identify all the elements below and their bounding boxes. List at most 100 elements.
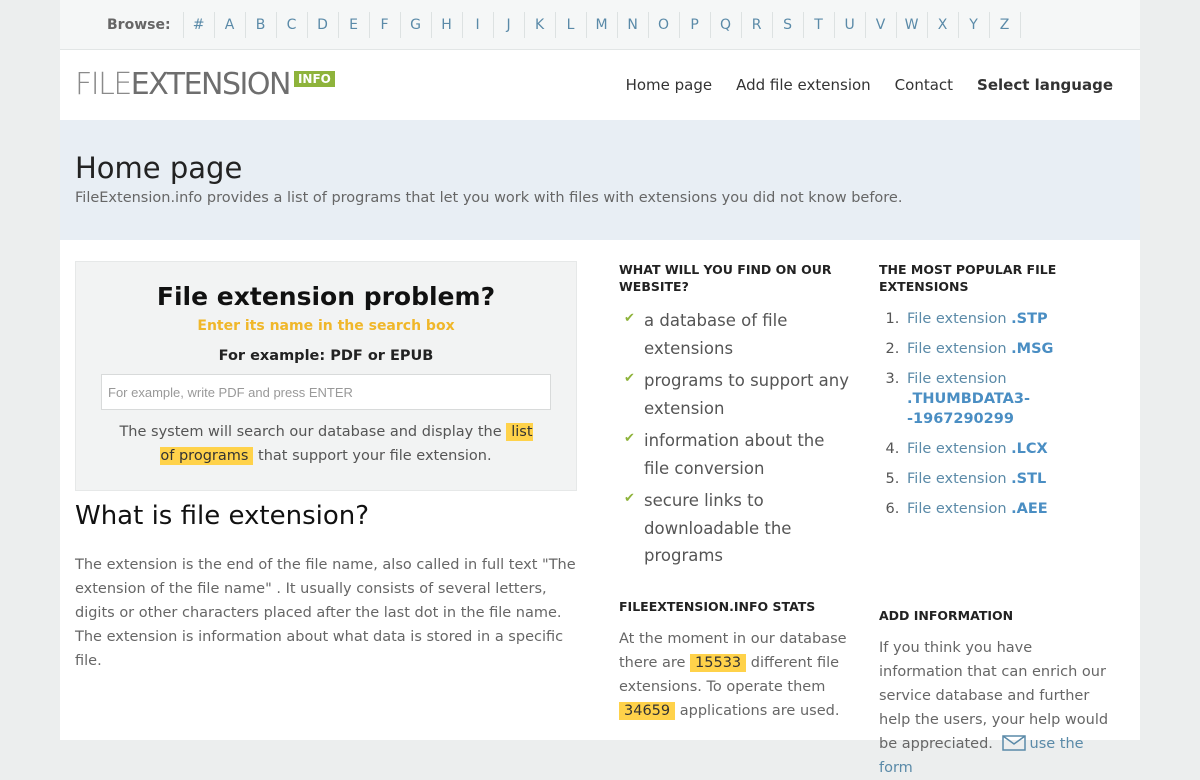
site-logo[interactable]: FILE EXTENSION INFO [75,70,335,100]
popular-extension-link[interactable]: File extension .LCX [907,441,1048,457]
browse-letter-link[interactable]: A [213,11,245,38]
popular-link-prefix: File extension [907,471,1012,487]
application-count-badge: 34659 [619,701,676,720]
select-language-button[interactable]: Select language [977,76,1113,94]
popular-list: File extension .STP File extension .MSG … [879,309,1119,519]
stats-text: At the moment in our database there are … [619,627,849,723]
browse-letter-link[interactable]: F [368,11,400,38]
stats-section-title: FILEEXTENSION.INFO STATS [619,598,816,614]
popular-link-prefix: File extension [907,341,1012,357]
left-column: File extension problem? Enter its name i… [75,261,577,673]
browse-letter-link[interactable]: K [523,11,555,38]
list-item: File extension .STP [904,309,1119,329]
browse-letter-link[interactable]: Q [709,11,741,38]
browse-letter-link[interactable]: I [461,11,493,38]
check-icon: ✔ [624,311,635,326]
browse-letter-link[interactable]: W [895,11,927,38]
mail-icon [1001,735,1026,751]
logo-part-extension: EXTENSION [130,67,292,102]
browse-letter-link[interactable]: T [802,11,834,38]
browse-letter-link[interactable]: G [399,11,431,38]
what-is-text: The extension is the end of the file nam… [75,557,576,669]
search-title: File extension problem? [156,282,496,311]
nav-add-extension-link[interactable]: Add file extension [736,76,871,94]
browse-letter-link[interactable]: O [647,11,679,38]
browse-bar: Browse: # A B C D E F G H I J K L M N O P Q R S T U V W X Y Z [60,0,1140,50]
hero: Home page FileExtension.info provides a … [60,120,1140,240]
popular-extension-link[interactable]: File extension .AEE [907,501,1048,517]
browse-letter-link[interactable]: U [833,11,865,38]
browse-letter-link[interactable]: C [275,11,307,38]
browse-letter-link[interactable]: Z [988,11,1021,38]
search-description: The system will search our database and … [116,420,536,468]
popular-link-prefix: File extension [907,501,1012,517]
list-item: File extension .LCX [904,439,1119,459]
find-item-text: secure links to downloadable the program… [644,491,792,565]
main-nav: Home page Add file extension Contact Sel… [602,50,1113,120]
find-list: ✔ a database of file extensions ✔ programs… [619,307,849,570]
list-item: ✔ a database of file extensions [619,307,849,362]
list-item: ✔ information about the file conversion [619,427,849,482]
popular-extension-link[interactable]: File extension .THUMBDATA3--1967290299 [907,371,1030,427]
list-item: File extension .STL [904,469,1119,489]
popular-extension-name: .THUMBDATA3--1967290299 [907,391,1031,427]
right-column: THE MOST POPULAR FILE EXTENSIONS File ex… [879,261,1119,780]
popular-extension-link[interactable]: File extension .STP [907,311,1048,327]
add-info-text-block: If you think you have information that c… [879,636,1119,780]
logo-part-file: FILE [75,67,132,102]
popular-link-prefix: File extension [907,311,1012,327]
header: FILE EXTENSION INFO Home page Add file e… [60,50,1140,120]
browse-letter-link[interactable]: E [337,11,369,38]
browse-letter-link[interactable]: R [740,11,772,38]
find-item-text: a database of file extensions [644,311,788,358]
browse-letter-link[interactable]: L [554,11,586,38]
add-info-section-title: ADD INFORMATION [879,608,1014,623]
extension-count-badge: 15533 [690,653,747,672]
find-item-text: programs to support any extension [644,371,850,418]
find-section-title: WHAT WILL YOU FIND ON OUR WEBSITE? [619,262,832,294]
browse-letter-link[interactable]: V [864,11,896,38]
browse-letter-link[interactable]: Y [957,11,989,38]
list-item: ✔ programs to support any extension [619,367,849,422]
browse-letter-link[interactable]: D [306,11,338,38]
browse-letter-link[interactable]: P [678,11,710,38]
search-subtitle: Enter its name in the search box [197,318,455,334]
check-icon: ✔ [624,371,635,386]
browse-label: Browse: [107,16,171,33]
browse-letter-link[interactable]: S [771,11,803,38]
list-item: File extension .AEE [904,499,1119,519]
letter-list: # A B C D E F G H I J K L M N O P Q R S T U V W X Y Z [182,11,1021,38]
list-item: File extension .THUMBDATA3--1967290299 [904,369,1119,429]
search-example: For example: PDF or EPUB [218,348,434,364]
search-input[interactable] [101,374,551,410]
browse-letter-link[interactable]: N [616,11,648,38]
what-is-title: What is file extension? [75,501,370,531]
check-icon: ✔ [624,491,635,506]
browse-letter-link[interactable]: B [244,11,276,38]
search-panel: File extension problem? Enter its name i… [75,261,577,491]
popular-extension-name: .AEE [1011,501,1048,517]
list-item: File extension .MSG [904,339,1119,359]
search-desc-text-end: that support your file extension. [253,448,492,464]
browse-letter-link[interactable]: M [585,11,617,38]
nav-home-link[interactable]: Home page [626,76,713,94]
page-subtitle: FileExtension.info provides a list of pr… [75,190,903,206]
logo-info-tag: INFO [293,71,335,87]
page: Browse: # A B C D E F G H I J K L M N O P Q R S T U V W X Y Z FILE… [60,0,1140,776]
popular-link-prefix: File extension [907,371,1007,387]
popular-link-prefix: File extension [907,441,1012,457]
nav-contact-link[interactable]: Contact [895,76,953,94]
check-icon: ✔ [624,431,635,446]
browse-letter-link[interactable]: H [430,11,462,38]
popular-section-title: THE MOST POPULAR FILE EXTENSIONS [879,262,1057,294]
page-title: Home page [75,151,243,185]
popular-extension-name: .STL [1011,471,1047,487]
popular-extension-name: .LCX [1011,441,1048,457]
popular-extension-link[interactable]: File extension .STL [907,471,1046,487]
browse-letter-link[interactable]: X [926,11,958,38]
browse-letter-link[interactable]: # [182,11,214,38]
popular-extension-name: .STP [1011,311,1048,327]
list-item: ✔ secure links to downloadable the progra… [619,487,849,570]
popular-extension-link[interactable]: File extension .MSG [907,341,1053,357]
browse-letter-link[interactable]: J [492,11,524,38]
